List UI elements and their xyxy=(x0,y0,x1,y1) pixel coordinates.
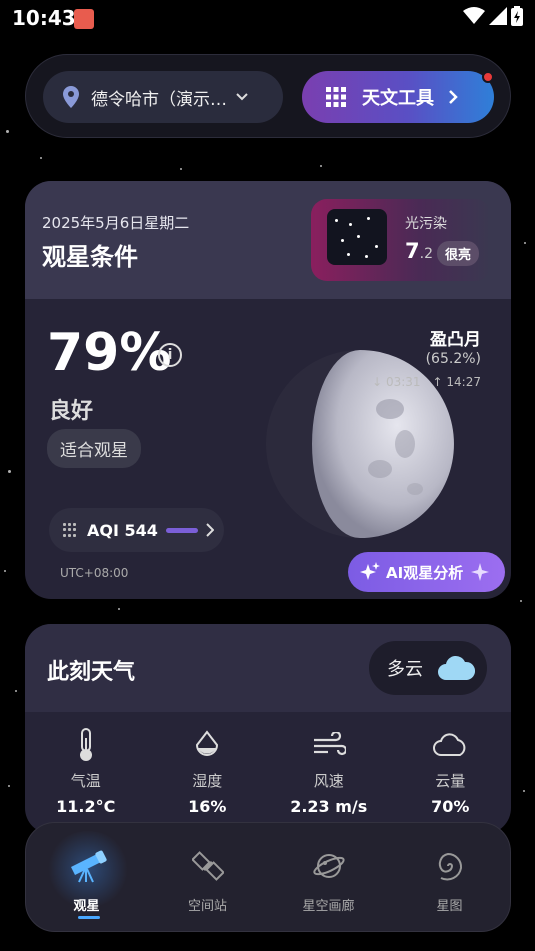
ai-analysis-button[interactable]: AI观星分析 xyxy=(348,552,505,592)
observation-score: 79% xyxy=(47,323,172,383)
metric-label: 风速 xyxy=(313,772,344,790)
light-pollution-card[interactable]: 光污染 7.2 很亮 xyxy=(311,199,491,281)
light-pollution-label: 光污染 xyxy=(405,216,447,232)
tools-label: 天文工具 xyxy=(362,88,434,109)
sparkle-icon xyxy=(360,562,380,580)
moon-times: ↓ 03:31 ↑ 14:27 xyxy=(372,375,481,389)
aqi-value: AQI 544 xyxy=(87,520,158,540)
metric-value: 16% xyxy=(188,797,227,816)
nav-item-gallery[interactable]: 星空画廊 xyxy=(268,823,389,931)
metric-value: 2.23 m/s xyxy=(290,797,368,816)
location-selector[interactable]: 德令哈市（演示… xyxy=(43,71,283,123)
arrow-up-icon: ↑ xyxy=(432,375,447,389)
planet-icon xyxy=(308,845,350,887)
location-pin-icon xyxy=(63,86,79,108)
metric-wind: 风速 2.23 m/s xyxy=(268,724,390,816)
ai-analysis-label: AI观星分析 xyxy=(386,563,464,582)
bottom-navigation: 观星 空间站 星空画廊 星图 xyxy=(25,822,511,932)
moonrise-value: 14:27 xyxy=(446,375,481,389)
light-pollution-decimal: .2 xyxy=(419,246,433,262)
moonrise-time: ↑ 14:27 xyxy=(433,375,481,389)
light-pollution-value: 7.2 xyxy=(405,239,433,263)
weather-condition[interactable]: 多云 xyxy=(369,641,487,695)
light-pollution-int: 7 xyxy=(405,239,420,263)
metric-value: 11.2°C xyxy=(56,797,116,816)
cloud-icon xyxy=(433,733,466,756)
night-sky-thumbnail xyxy=(327,209,387,265)
weather-metrics: 气温 11.2°C 湿度 16% 风速 2.23 m/s 云量 70% xyxy=(25,724,511,816)
observation-quality: 良好 xyxy=(49,399,94,424)
astronomy-tools-button[interactable]: 天文工具 xyxy=(302,71,494,123)
metric-temperature: 气温 11.2°C xyxy=(25,724,147,816)
nav-label: 空间站 xyxy=(187,899,227,914)
nav-label: 星图 xyxy=(436,899,463,914)
grid-icon xyxy=(326,87,346,107)
galaxy-icon xyxy=(429,845,471,887)
observation-date: 2025年5月6日星期二 xyxy=(42,214,190,232)
metric-cloud-cover: 云量 70% xyxy=(390,724,512,816)
nav-item-observe[interactable]: 观星 xyxy=(26,823,147,931)
info-icon[interactable]: i xyxy=(158,343,182,367)
nav-item-star-map[interactable]: 星图 xyxy=(389,823,510,931)
star-icon xyxy=(471,563,490,581)
aqi-bar xyxy=(165,527,198,533)
chevron-right-icon xyxy=(206,523,214,537)
status-icons xyxy=(463,6,523,26)
satellite-icon xyxy=(187,845,229,887)
light-pollution-badge: 很亮 xyxy=(437,241,480,266)
nav-label: 星空画廊 xyxy=(302,899,355,914)
chevron-right-icon xyxy=(449,90,458,104)
notification-dot xyxy=(482,71,494,83)
nav-active-indicator xyxy=(78,916,100,919)
moonset-time: ↓ 03:31 xyxy=(372,375,420,389)
wifi-icon xyxy=(463,7,485,24)
metric-label: 云量 xyxy=(435,772,466,790)
nav-label: 观星 xyxy=(73,899,100,914)
status-time: 10:43 xyxy=(12,6,76,30)
condition-label: 多云 xyxy=(387,659,423,680)
thermometer-icon xyxy=(79,728,92,761)
observation-card: 2025年5月6日星期二 观星条件 光污染 7.2 很亮 盈凸月 (65.2%)… xyxy=(25,181,511,599)
wind-icon xyxy=(313,732,346,756)
battery-icon xyxy=(511,6,523,26)
weather-title: 此刻天气 xyxy=(47,660,136,685)
chevron-down-icon xyxy=(236,93,248,101)
moon-phase-name: 盈凸月 xyxy=(430,330,481,350)
telescope-icon xyxy=(66,845,108,887)
moon-illumination: (65.2%) xyxy=(425,351,481,367)
app-notification-icon xyxy=(74,9,94,29)
droplet-icon xyxy=(196,730,219,756)
arrow-down-icon: ↓ xyxy=(372,375,386,389)
location-label: 德令哈市（演示… xyxy=(91,89,227,110)
metric-humidity: 湿度 16% xyxy=(147,724,269,816)
metric-label: 气温 xyxy=(70,772,101,790)
nav-item-space-station[interactable]: 空间站 xyxy=(147,823,268,931)
metric-label: 湿度 xyxy=(192,772,223,790)
top-bar: 德令哈市（演示… 天文工具 xyxy=(25,54,511,138)
aqi-grid-icon xyxy=(63,523,77,537)
observation-title: 观星条件 xyxy=(42,243,138,271)
moonset-value: 03:31 xyxy=(385,375,421,389)
observation-header: 2025年5月6日星期二 观星条件 光污染 7.2 很亮 xyxy=(25,181,511,299)
weather-header: 此刻天气 多云 xyxy=(25,624,511,712)
cloudy-icon xyxy=(438,655,475,680)
aqi-button[interactable]: AQI 544 xyxy=(49,508,224,552)
timezone-label: UTC+08:00 xyxy=(60,566,129,580)
weather-card: 此刻天气 多云 气温 11.2°C 湿度 16% 风速 2.23 m/s 云量 … xyxy=(25,624,511,834)
metric-value: 70% xyxy=(431,797,470,816)
suitability-badge: 适合观星 xyxy=(47,429,141,468)
status-bar: 10:43 xyxy=(0,0,535,38)
signal-icon xyxy=(489,7,507,25)
